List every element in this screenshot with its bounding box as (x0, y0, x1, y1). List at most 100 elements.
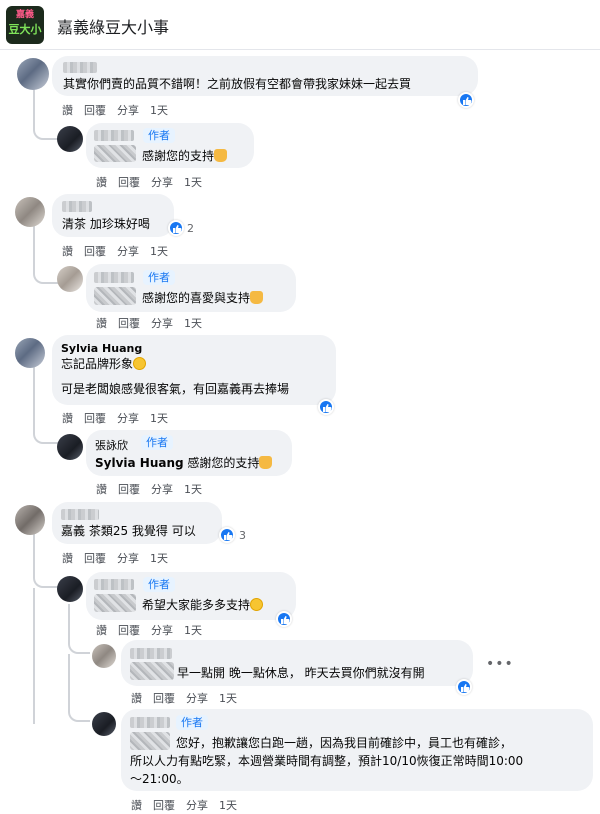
like-button[interactable]: 讚 (96, 176, 107, 189)
comment-time[interactable]: 1天 (219, 692, 237, 705)
like-count[interactable]: 2 (187, 222, 194, 235)
page-name[interactable]: 嘉義綠豆大小事 (57, 14, 169, 38)
share-button[interactable]: 分享 (117, 552, 139, 565)
praying-hands-icon (250, 291, 264, 304)
logo-line-2: 豆大小 (8, 23, 42, 36)
avatar[interactable] (15, 338, 45, 368)
mention-link[interactable]: Sylvia Huang (95, 456, 184, 470)
like-button[interactable]: 讚 (62, 412, 73, 425)
commenter-name-blurred[interactable] (61, 509, 99, 520)
comment-time[interactable]: 1天 (150, 104, 168, 117)
reply-button[interactable]: 回覆 (118, 483, 140, 496)
avatar[interactable] (15, 505, 45, 535)
commenter-name-blurred[interactable] (130, 648, 172, 659)
author-avatar[interactable] (57, 576, 83, 602)
share-button[interactable]: 分享 (151, 624, 173, 637)
like-button[interactable]: 讚 (96, 483, 107, 496)
share-button[interactable]: 分享 (186, 799, 208, 812)
author-avatar[interactable] (92, 712, 116, 736)
like-button[interactable]: 讚 (131, 799, 142, 812)
author-name-blurred[interactable] (94, 130, 134, 141)
reply-button[interactable]: 回覆 (118, 317, 140, 330)
reply-button[interactable]: 回覆 (84, 104, 106, 117)
commenter-name-blurred[interactable] (63, 62, 97, 73)
page-logo[interactable]: 嘉義 豆大小 (6, 6, 44, 44)
thread-line (33, 588, 35, 724)
comment-time[interactable]: 1天 (184, 483, 202, 496)
thread-line (68, 604, 90, 654)
comment-time[interactable]: 1天 (150, 552, 168, 565)
like-reaction-badge[interactable] (168, 220, 184, 236)
reply-text: Sylvia Huang 感謝您的支持 (95, 454, 273, 472)
reply-button[interactable]: 回覆 (84, 412, 106, 425)
author-avatar[interactable] (57, 434, 83, 460)
reply-button[interactable]: 回覆 (84, 245, 106, 258)
thumbs-up-icon (463, 97, 472, 105)
comment-time[interactable]: 1天 (219, 799, 237, 812)
comment-text: 其實你們賣的品質不錯啊！之前放假有空都會帶我家妹妹一起去買 (63, 77, 412, 91)
share-button[interactable]: 分享 (151, 317, 173, 330)
avatar[interactable] (92, 644, 116, 668)
reply-actions: 讚回覆 分享 1天 (131, 797, 248, 813)
share-button[interactable]: 分享 (117, 412, 139, 425)
avatar[interactable] (17, 58, 49, 90)
author-avatar[interactable] (57, 266, 83, 292)
thumbs-up-icon (461, 684, 470, 692)
like-button[interactable]: 讚 (62, 104, 73, 117)
reply-text-line-1: 您好，抱歉讓您白跑一趟，因為我目前確診中，員工也有確診， (176, 736, 513, 750)
author-name[interactable]: 張詠欣 (95, 437, 128, 453)
like-reaction-badge[interactable] (318, 399, 334, 415)
page-header: 嘉義 豆大小 嘉義綠豆大小事 (0, 0, 600, 50)
reply-bubble: 作者 感謝您的支持 (86, 123, 254, 168)
like-button[interactable]: 讚 (62, 552, 73, 565)
author-badge: 作者 (143, 128, 175, 143)
author-name-blurred[interactable] (94, 579, 134, 590)
like-button[interactable]: 讚 (131, 692, 142, 705)
reply-bubble: 作者 希望大家能多多支持 (86, 572, 296, 620)
reply-text-content: 希望大家能多多支持 (142, 598, 251, 612)
reply-button[interactable]: 回覆 (118, 176, 140, 189)
author-badge: 作者 (141, 435, 173, 450)
comment-text: 忘記品牌形象 (61, 355, 147, 373)
reply-bubble: 早一點開 晚一點休息， 昨天去買你們就沒有開 (121, 640, 473, 686)
comment-bubble: 其實你們賣的品質不錯啊！之前放假有空都會帶我家妹妹一起去買 (52, 56, 478, 96)
share-button[interactable]: 分享 (117, 245, 139, 258)
author-badge: 作者 (176, 715, 208, 730)
author-avatar[interactable] (57, 126, 83, 152)
avatar[interactable] (15, 197, 45, 227)
blurred-content (94, 287, 136, 305)
blurred-content (130, 732, 170, 750)
reply-actions: 讚回覆 分享 1天 (96, 174, 213, 190)
like-reaction-badge[interactable] (456, 679, 472, 695)
share-button[interactable]: 分享 (151, 483, 173, 496)
comment-time[interactable]: 1天 (184, 317, 202, 330)
reply-actions: 讚回覆 分享 1天 (131, 690, 248, 706)
more-options-icon[interactable]: ••• (486, 656, 514, 672)
reply-bubble: 張詠欣 作者 Sylvia Huang 感謝您的支持 (86, 430, 292, 476)
reply-button[interactable]: 回覆 (153, 799, 175, 812)
comment-time[interactable]: 1天 (150, 412, 168, 425)
author-badge: 作者 (143, 577, 175, 592)
comment-time[interactable]: 1天 (184, 176, 202, 189)
like-reaction-badge[interactable] (458, 92, 474, 108)
like-reaction-badge[interactable] (219, 527, 235, 543)
share-button[interactable]: 分享 (151, 176, 173, 189)
share-button[interactable]: 分享 (117, 104, 139, 117)
comment-time[interactable]: 1天 (150, 245, 168, 258)
like-count[interactable]: 3 (239, 529, 246, 542)
author-name-blurred[interactable] (94, 272, 134, 283)
comment-time[interactable]: 1天 (184, 624, 202, 637)
commenter-name-blurred[interactable] (62, 201, 92, 212)
commenter-name[interactable]: Sylvia Huang (61, 342, 142, 355)
like-button[interactable]: 讚 (96, 317, 107, 330)
like-reaction-badge[interactable] (276, 611, 292, 627)
comment-bubble: 清茶 加珍珠好喝 (52, 194, 174, 237)
reply-button[interactable]: 回覆 (118, 624, 140, 637)
author-name-blurred[interactable] (130, 717, 170, 728)
like-button[interactable]: 讚 (62, 245, 73, 258)
share-button[interactable]: 分享 (186, 692, 208, 705)
like-button[interactable]: 讚 (96, 624, 107, 637)
thread-line (68, 654, 90, 722)
reply-button[interactable]: 回覆 (153, 692, 175, 705)
reply-button[interactable]: 回覆 (84, 552, 106, 565)
